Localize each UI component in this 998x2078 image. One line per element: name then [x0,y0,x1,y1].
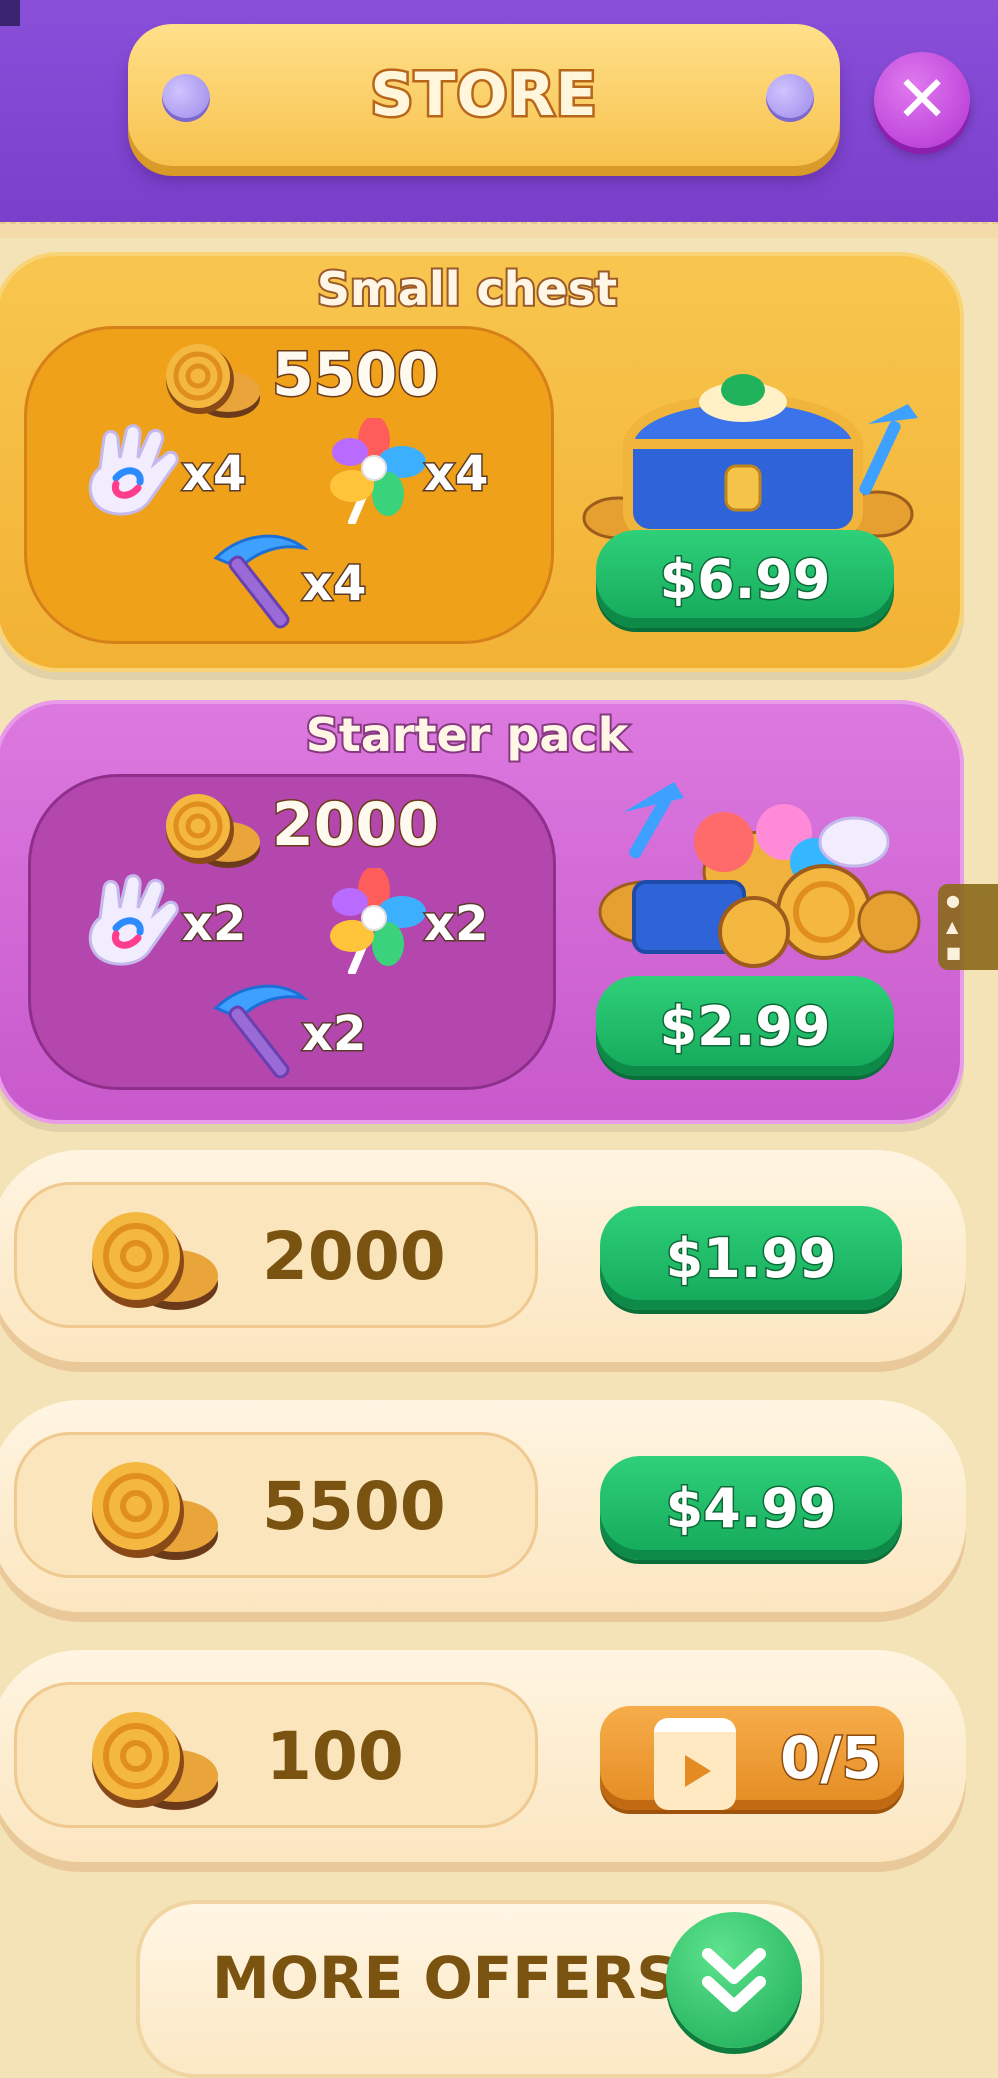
coin-stack-icon [92,1712,218,1810]
coin-stack-icon [166,794,260,868]
glove-icon [88,424,179,516]
item-quantity: x4 [422,445,489,504]
offer-coin-amount: 2000 [262,1218,446,1295]
coin-stack-icon [92,1462,218,1560]
buy-small-chest-button[interactable]: $6.99 [596,530,894,628]
more-offers-button[interactable] [666,1912,802,2048]
offer-coin-amount: 5500 [262,1468,446,1545]
debug-overlay-tab[interactable]: ● ▲ ■ [938,884,998,970]
title-banner: STORE [128,24,840,166]
watch-progress: 0/5 [779,1723,884,1794]
warning-icon: ▲ [946,917,959,936]
double-chevron-down-icon [702,1948,766,2012]
close-button[interactable]: ✕ [874,52,970,148]
buy-5500-coins-button[interactable]: $4.99 [600,1456,902,1560]
pickaxe-icon [213,984,308,1079]
pinwheel-icon [330,868,426,974]
buy-starter-pack-button[interactable]: $2.99 [596,976,894,1076]
header-divider [0,222,998,238]
page-title: STORE [368,58,599,133]
corner-tab [0,0,20,26]
coin-stack-icon [166,344,260,418]
item-quantity: x4 [300,555,367,614]
item-quantity: x2 [300,1005,367,1064]
pack-title: Small chest [315,260,619,318]
video-play-icon [654,1718,736,1810]
item-quantity: x4 [180,445,247,504]
banner-bolt-left-icon [162,74,210,122]
buy-2000-coins-button[interactable]: $1.99 [600,1206,902,1310]
watch-video-button[interactable]: 0/5 [600,1706,904,1810]
pinwheel-icon [330,418,426,524]
coin-pile-icon [598,782,921,968]
pack-coin-amount: 2000 [271,789,441,862]
coin-stack-icon [92,1212,218,1310]
info-icon: ● [946,891,960,910]
pack-coin-amount: 5500 [271,339,441,412]
more-offers-label: MORE OFFERS! [212,1944,705,2012]
pickaxe-icon [213,534,308,629]
item-quantity: x2 [180,895,247,954]
item-quantity: x2 [422,895,489,954]
treasure-chest-icon [582,374,918,540]
close-icon: ✕ [895,63,949,137]
glove-icon [88,874,179,966]
offer-coin-amount: 100 [266,1718,404,1795]
error-icon: ■ [946,943,962,962]
pack-title: Starter pack [304,706,631,764]
banner-bolt-right-icon [766,74,814,122]
